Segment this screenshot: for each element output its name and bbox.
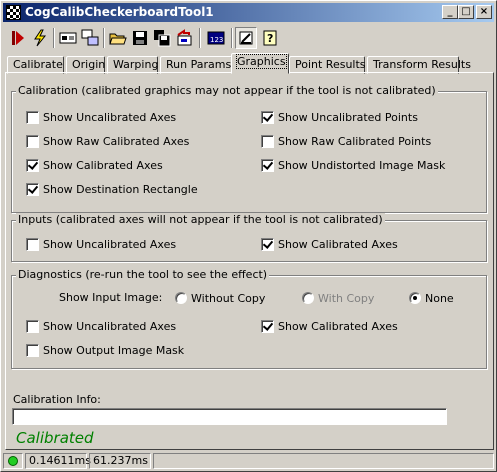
- calibration-group-legend: Calibration (calibrated graphics may not…: [16, 84, 438, 97]
- show-raw-calibrated-axes-checkbox[interactable]: Show Raw Calibrated Axes: [26, 134, 189, 148]
- radio-circle[interactable]: [409, 292, 421, 304]
- total-time-pane: 61.237ms: [89, 453, 151, 469]
- window-title: CogCalibCheckerboardTool1: [25, 5, 214, 19]
- save-icon[interactable]: [129, 27, 151, 49]
- show-raw-calibrated-points-checkbox[interactable]: Show Raw Calibrated Points: [261, 134, 431, 148]
- checkbox-box[interactable]: [26, 182, 39, 196]
- close-button[interactable]: ×: [476, 5, 492, 19]
- inputs-show-uncalibrated-axes-checkbox[interactable]: Show Uncalibrated Axes: [26, 237, 176, 251]
- inputs-show-calibrated-axes-checkbox[interactable]: Show Calibrated Axes: [261, 237, 398, 251]
- tab-strip: Calibrate Origin Warping Run Params Grap…: [7, 53, 492, 74]
- toolbar-separator: [231, 28, 233, 48]
- diagnostics-group-legend: Diagnostics (re-run the tool to see the …: [16, 268, 270, 281]
- with-copy-radio[interactable]: With Copy: [302, 291, 374, 305]
- terminal-icon[interactable]: 123: [205, 27, 227, 49]
- maximize-button[interactable]: □: [458, 5, 474, 19]
- checkerboard-icon: [6, 5, 21, 20]
- local-display-icon[interactable]: [79, 27, 101, 49]
- diagnostics-show-uncalibrated-axes-checkbox[interactable]: Show Uncalibrated Axes: [26, 319, 176, 333]
- show-destination-rectangle-checkbox[interactable]: Show Destination Rectangle: [26, 182, 198, 196]
- help-icon[interactable]: ?: [259, 27, 281, 49]
- run-time-pane: 0.14611ms: [25, 453, 91, 469]
- run-icon[interactable]: [7, 27, 29, 49]
- status-bar: 0.14611ms 61.237ms: [3, 452, 494, 470]
- checkbox-box[interactable]: [26, 237, 39, 251]
- toolbar-separator: [53, 28, 55, 48]
- inputs-group: Inputs (calibrated axes will not appear …: [11, 213, 487, 262]
- checkbox-box[interactable]: [26, 158, 39, 172]
- show-uncalibrated-points-checkbox[interactable]: Show Uncalibrated Points: [261, 110, 418, 124]
- inputs-group-legend: Inputs (calibrated axes will not appear …: [16, 213, 385, 226]
- checkbox-box[interactable]: [26, 134, 39, 148]
- image-source-icon[interactable]: [57, 27, 79, 49]
- toolbar-separator: [103, 28, 105, 48]
- radio-circle[interactable]: [175, 292, 187, 304]
- checkbox-box[interactable]: [261, 158, 274, 172]
- show-graphics-icon[interactable]: [235, 27, 257, 49]
- calibration-info-label: Calibration Info:: [13, 393, 101, 406]
- toolbar: 123 ?: [3, 25, 494, 51]
- status-indicator-pane: [3, 453, 23, 469]
- show-uncalibrated-axes-checkbox[interactable]: Show Uncalibrated Axes: [26, 110, 176, 124]
- save-as-icon[interactable]: [151, 27, 173, 49]
- toolbar-separator: [199, 28, 201, 48]
- show-undistorted-image-mask-checkbox[interactable]: Show Undistorted Image Mask: [261, 158, 445, 172]
- open-folder-icon[interactable]: [107, 27, 129, 49]
- diagnostics-show-calibrated-axes-checkbox[interactable]: Show Calibrated Axes: [261, 319, 398, 333]
- checkbox-box[interactable]: [261, 134, 274, 148]
- reset-icon[interactable]: [173, 27, 195, 49]
- svg-text:?: ?: [267, 32, 273, 45]
- calibration-group: Calibration (calibrated graphics may not…: [11, 84, 487, 213]
- title-bar: CogCalibCheckerboardTool1 _ □ ×: [3, 3, 494, 22]
- checkbox-box[interactable]: [26, 110, 39, 124]
- checkbox-box[interactable]: [261, 110, 274, 124]
- show-output-image-mask-checkbox[interactable]: Show Output Image Mask: [26, 343, 184, 357]
- tab-graphics[interactable]: Graphics: [231, 53, 289, 74]
- tool-window: CogCalibCheckerboardTool1 _ □ × 123 ? Ca…: [0, 0, 497, 472]
- status-light-icon: [8, 456, 18, 466]
- radio-circle[interactable]: [302, 292, 314, 304]
- checkbox-box[interactable]: [26, 343, 39, 357]
- minimize-button[interactable]: _: [442, 5, 458, 19]
- status-message-pane: [153, 453, 494, 469]
- electric-run-icon[interactable]: [29, 27, 51, 49]
- calibration-info-field[interactable]: [12, 408, 447, 425]
- svg-text:123: 123: [210, 36, 223, 44]
- checkbox-box[interactable]: [261, 319, 274, 333]
- checkbox-box[interactable]: [261, 237, 274, 251]
- checkbox-box[interactable]: [26, 319, 39, 333]
- without-copy-radio[interactable]: Without Copy: [175, 291, 265, 305]
- show-calibrated-axes-checkbox[interactable]: Show Calibrated Axes: [26, 158, 163, 172]
- diagnostics-group: Diagnostics (re-run the tool to see the …: [11, 268, 487, 369]
- none-radio[interactable]: None: [409, 291, 454, 305]
- calibration-status-text: Calibrated: [16, 429, 94, 447]
- show-input-image-label: Show Input Image:: [59, 291, 163, 304]
